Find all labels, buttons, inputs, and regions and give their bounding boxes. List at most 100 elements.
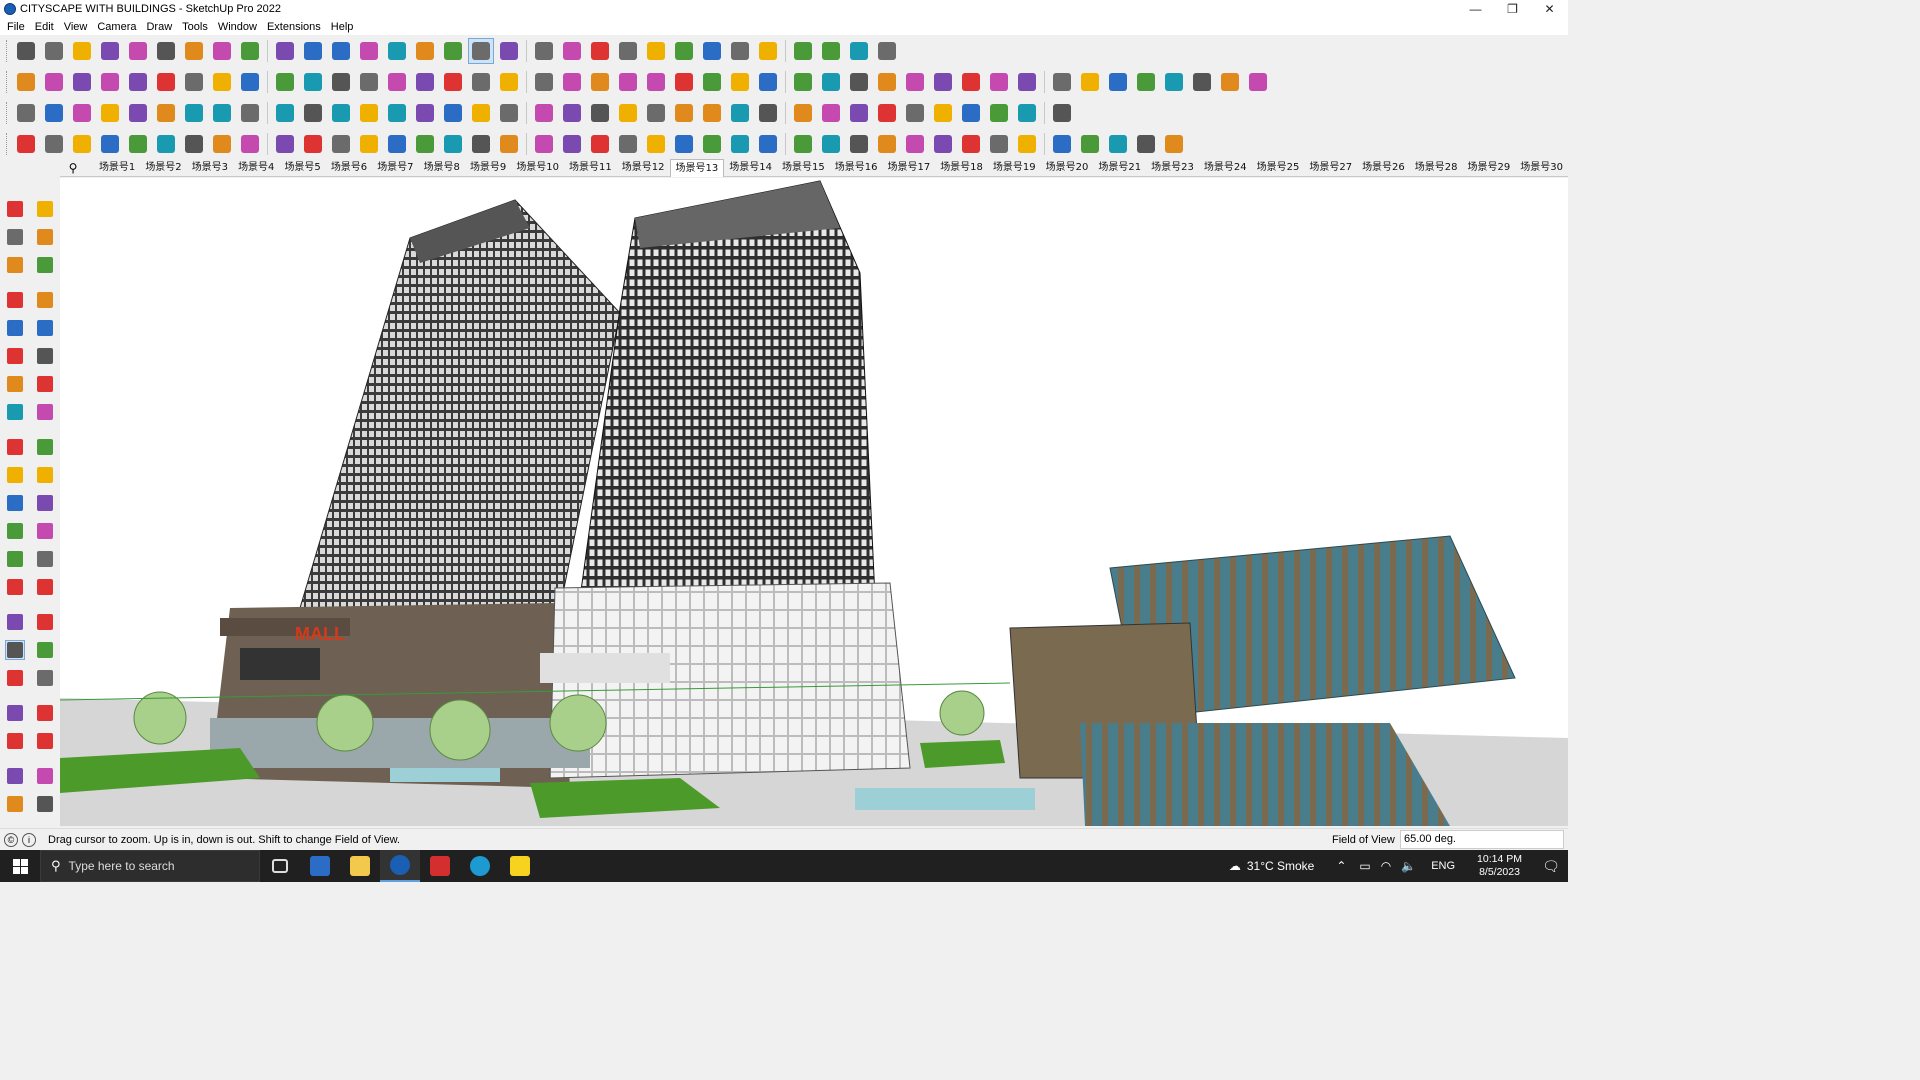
diamond-blue-button[interactable] bbox=[41, 100, 67, 126]
swirl-button[interactable] bbox=[699, 100, 725, 126]
line-red-button[interactable] bbox=[1014, 69, 1040, 95]
menu-camera[interactable]: Camera bbox=[92, 21, 141, 33]
draw-ak-button[interactable] bbox=[1049, 131, 1075, 157]
draw-m-button[interactable] bbox=[356, 131, 382, 157]
draw-g-button[interactable] bbox=[181, 131, 207, 157]
scene-tab[interactable]: 场景号7 bbox=[372, 159, 418, 176]
scene-tab[interactable]: 场景号6 bbox=[326, 159, 372, 176]
sticky-notes-app[interactable] bbox=[500, 850, 540, 882]
undo-button[interactable] bbox=[818, 38, 844, 64]
move-tool[interactable] bbox=[5, 437, 25, 457]
dimension-tool[interactable] bbox=[35, 521, 55, 541]
extension-k-button[interactable] bbox=[412, 69, 438, 95]
info-icon[interactable]: i bbox=[22, 832, 36, 847]
toolbar-grip[interactable] bbox=[6, 70, 9, 93]
extension-b-button[interactable] bbox=[125, 69, 151, 95]
style-button[interactable] bbox=[531, 38, 557, 64]
geo-location-icon[interactable]: © bbox=[4, 832, 18, 847]
house-2-button[interactable] bbox=[587, 69, 613, 95]
draw-v-button[interactable] bbox=[615, 131, 641, 157]
scale-tool[interactable] bbox=[5, 493, 25, 513]
circle-tool[interactable] bbox=[5, 346, 25, 366]
zoom-window-tool[interactable] bbox=[35, 640, 55, 660]
curve-9-button[interactable] bbox=[958, 69, 984, 95]
tool-j-button[interactable] bbox=[986, 100, 1012, 126]
draw-z-button[interactable] bbox=[727, 131, 753, 157]
scene-tab[interactable]: 场景号14 bbox=[724, 159, 777, 176]
scene-tab[interactable]: 场景号26 bbox=[1357, 159, 1410, 176]
notifications-icon[interactable]: 🗨 bbox=[1534, 858, 1568, 875]
bag-button[interactable] bbox=[643, 100, 669, 126]
sketchup-app[interactable] bbox=[380, 850, 420, 882]
zoom-tool[interactable] bbox=[5, 640, 25, 660]
tool-e-button[interactable] bbox=[846, 100, 872, 126]
rotated-rect-tool[interactable] bbox=[35, 318, 55, 338]
extension-a-button[interactable] bbox=[97, 69, 123, 95]
scene-tab[interactable]: 场景号1 bbox=[94, 159, 140, 176]
draw-p-button[interactable] bbox=[440, 131, 466, 157]
rotate-tool[interactable] bbox=[5, 465, 25, 485]
tool-g-button[interactable] bbox=[902, 100, 928, 126]
paint-tool[interactable] bbox=[5, 227, 25, 247]
arc-button[interactable] bbox=[356, 69, 382, 95]
pan-tool[interactable] bbox=[35, 612, 55, 632]
follow-me-button[interactable] bbox=[209, 38, 235, 64]
menu-window[interactable]: Window bbox=[213, 21, 262, 33]
draw-w-button[interactable] bbox=[643, 131, 669, 157]
scene-tab[interactable]: 场景号3 bbox=[187, 159, 233, 176]
menu-extensions[interactable]: Extensions bbox=[262, 21, 326, 33]
line-tool[interactable] bbox=[5, 290, 25, 310]
scene-tab[interactable]: 场景号16 bbox=[830, 159, 883, 176]
extension-p-button[interactable] bbox=[1105, 69, 1131, 95]
eraser-button[interactable] bbox=[69, 38, 95, 64]
push-pull-tool[interactable] bbox=[35, 437, 55, 457]
pan-button[interactable] bbox=[440, 38, 466, 64]
paint-bucket-button[interactable] bbox=[384, 38, 410, 64]
scene-tab[interactable]: 场景号4 bbox=[233, 159, 279, 176]
curve-4-button[interactable] bbox=[818, 69, 844, 95]
scene-tab[interactable]: 场景号15 bbox=[777, 159, 830, 176]
page-button[interactable] bbox=[272, 100, 298, 126]
tool-l-button[interactable] bbox=[1049, 100, 1075, 126]
scene-tab[interactable]: 场景号24 bbox=[1199, 159, 1252, 176]
draw-c-button[interactable] bbox=[69, 131, 95, 157]
warehouse-button[interactable] bbox=[874, 38, 900, 64]
draw-r-button[interactable] bbox=[496, 131, 522, 157]
draw-ao-button[interactable] bbox=[1161, 131, 1187, 157]
select-button[interactable] bbox=[41, 38, 67, 64]
house-outline-button[interactable] bbox=[559, 69, 585, 95]
extension-h-button[interactable] bbox=[300, 69, 326, 95]
draw-ah-button[interactable] bbox=[958, 131, 984, 157]
scene-tab[interactable]: 场景号5 bbox=[279, 159, 325, 176]
pencil-button[interactable] bbox=[699, 69, 725, 95]
orbit-button[interactable] bbox=[412, 38, 438, 64]
curve-6-button[interactable] bbox=[874, 69, 900, 95]
toolbar-grip[interactable] bbox=[6, 132, 9, 155]
menu-draw[interactable]: Draw bbox=[141, 21, 177, 33]
tool-c-button[interactable] bbox=[790, 100, 816, 126]
restore-button[interactable]: ❐ bbox=[1494, 0, 1531, 18]
tool-d-button[interactable] bbox=[818, 100, 844, 126]
scene-tab[interactable]: 场景号21 bbox=[1093, 159, 1146, 176]
cube-blue-button[interactable] bbox=[13, 100, 39, 126]
tool-h-button[interactable] bbox=[930, 100, 956, 126]
draw-af-button[interactable] bbox=[902, 131, 928, 157]
position-camera-tool[interactable] bbox=[5, 703, 25, 723]
orbit-2-tool[interactable] bbox=[5, 612, 25, 632]
tape-measure-button[interactable] bbox=[328, 38, 354, 64]
extension-u-button[interactable] bbox=[1245, 69, 1271, 95]
draw-j-button[interactable] bbox=[272, 131, 298, 157]
select-tool[interactable] bbox=[5, 199, 25, 219]
scene-tab[interactable]: 场景号25 bbox=[1252, 159, 1305, 176]
rectangle-tool[interactable] bbox=[5, 318, 25, 338]
zoom-extents-button[interactable] bbox=[496, 38, 522, 64]
menu-view[interactable]: View bbox=[59, 21, 93, 33]
draw-f-button[interactable] bbox=[153, 131, 179, 157]
previous-tool[interactable] bbox=[35, 668, 55, 688]
weather-widget[interactable]: ☁ 31°C Smoke bbox=[1229, 859, 1315, 873]
extension-m-button[interactable] bbox=[468, 69, 494, 95]
3d-text-tool[interactable] bbox=[35, 577, 55, 597]
cone-button[interactable] bbox=[468, 100, 494, 126]
pie-tool[interactable] bbox=[5, 402, 25, 422]
rectangle-button[interactable] bbox=[153, 38, 179, 64]
